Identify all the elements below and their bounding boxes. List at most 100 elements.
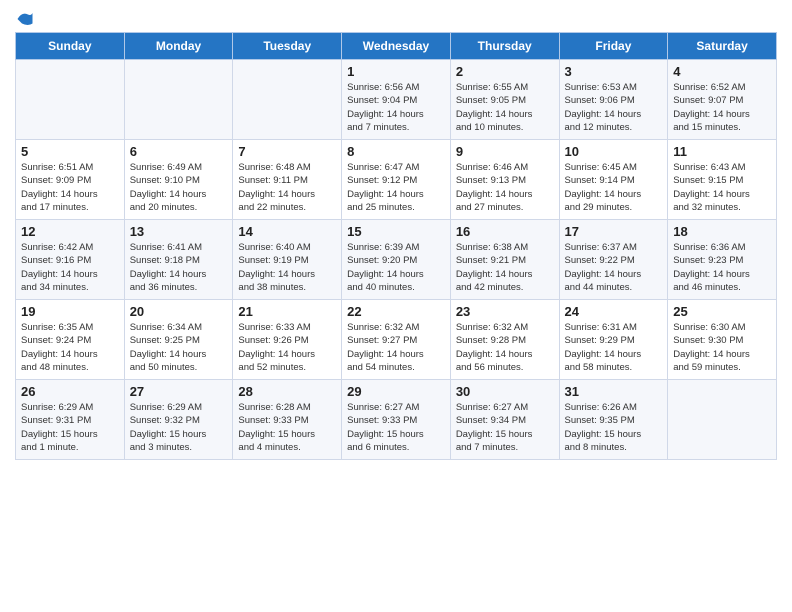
calendar-cell: 2 Sunrise: 6:55 AM Sunset: 9:05 PM Daylig… (450, 60, 559, 140)
day-number: 21 (238, 304, 336, 319)
day-info: Sunrise: 6:40 AM Sunset: 9:19 PM Dayligh… (238, 241, 336, 294)
day-number: 31 (565, 384, 663, 399)
day-number: 5 (21, 144, 119, 159)
day-number: 7 (238, 144, 336, 159)
day-header-thursday: Thursday (450, 33, 559, 60)
logo-icon (16, 10, 34, 28)
day-info: Sunrise: 6:56 AM Sunset: 9:04 PM Dayligh… (347, 81, 445, 134)
calendar-cell: 19Sunrise: 6:35 AM Sunset: 9:24 PM Dayli… (16, 300, 125, 380)
calendar-cell: 3 Sunrise: 6:53 AM Sunset: 9:06 PM Daylig… (559, 60, 668, 140)
day-number: 8 (347, 144, 445, 159)
day-info: Sunrise: 6:29 AM Sunset: 9:32 PM Dayligh… (130, 401, 228, 454)
calendar-cell: 24 Sunrise: 6:31 AM Sunset: 9:29 PM Dayli… (559, 300, 668, 380)
day-number: 15 (347, 224, 445, 239)
day-number: 14 (238, 224, 336, 239)
day-number: 17 (565, 224, 663, 239)
day-info: Sunrise: 6:36 AM Sunset: 9:23 PM Dayligh… (673, 241, 771, 294)
calendar-cell (16, 60, 125, 140)
day-info: Sunrise: 6:33 AM Sunset: 9:26 PM Dayligh… (238, 321, 336, 374)
calendar-cell (233, 60, 342, 140)
calendar-cell: 10 Sunrise: 6:45 AM Sunset: 9:14 PM Dayli… (559, 140, 668, 220)
day-header-tuesday: Tuesday (233, 33, 342, 60)
day-number: 11 (673, 144, 771, 159)
day-number: 16 (456, 224, 554, 239)
day-number: 2 (456, 64, 554, 79)
calendar-cell: 25Sunrise: 6:30 AM Sunset: 9:30 PM Dayli… (668, 300, 777, 380)
day-number: 13 (130, 224, 228, 239)
calendar-cell: 26 Sunrise: 6:29 AM Sunset: 9:31 PM Dayli… (16, 380, 125, 460)
day-number: 18 (673, 224, 771, 239)
day-info: Sunrise: 6:39 AM Sunset: 9:20 PM Dayligh… (347, 241, 445, 294)
calendar-cell: 9 Sunrise: 6:46 AM Sunset: 9:13 PM Daylig… (450, 140, 559, 220)
calendar-cell (668, 380, 777, 460)
day-info: Sunrise: 6:26 AM Sunset: 9:35 PM Dayligh… (565, 401, 663, 454)
calendar-cell: 4Sunrise: 6:52 AM Sunset: 9:07 PM Daylig… (668, 60, 777, 140)
calendar-cell: 23Sunrise: 6:32 AM Sunset: 9:28 PM Dayli… (450, 300, 559, 380)
day-number: 24 (565, 304, 663, 319)
calendar-cell: 20 Sunrise: 6:34 AM Sunset: 9:25 PM Dayli… (124, 300, 233, 380)
calendar-cell: 8 Sunrise: 6:47 AM Sunset: 9:12 PM Daylig… (342, 140, 451, 220)
day-number: 4 (673, 64, 771, 79)
day-info: Sunrise: 6:37 AM Sunset: 9:22 PM Dayligh… (565, 241, 663, 294)
day-info: Sunrise: 6:32 AM Sunset: 9:27 PM Dayligh… (347, 321, 445, 374)
calendar-cell: 18 Sunrise: 6:36 AM Sunset: 9:23 PM Dayli… (668, 220, 777, 300)
logo (15, 10, 34, 22)
day-info: Sunrise: 6:34 AM Sunset: 9:25 PM Dayligh… (130, 321, 228, 374)
day-header-friday: Friday (559, 33, 668, 60)
day-info: Sunrise: 6:27 AM Sunset: 9:34 PM Dayligh… (456, 401, 554, 454)
day-info: Sunrise: 6:55 AM Sunset: 9:05 PM Dayligh… (456, 81, 554, 134)
day-info: Sunrise: 6:47 AM Sunset: 9:12 PM Dayligh… (347, 161, 445, 214)
day-number: 6 (130, 144, 228, 159)
calendar-week-row: 1 Sunrise: 6:56 AM Sunset: 9:04 PM Daylig… (16, 60, 777, 140)
calendar-cell: 29Sunrise: 6:27 AM Sunset: 9:33 PM Dayli… (342, 380, 451, 460)
day-info: Sunrise: 6:43 AM Sunset: 9:15 PM Dayligh… (673, 161, 771, 214)
day-number: 19 (21, 304, 119, 319)
calendar-cell: 22 Sunrise: 6:32 AM Sunset: 9:27 PM Dayli… (342, 300, 451, 380)
day-number: 1 (347, 64, 445, 79)
day-number: 29 (347, 384, 445, 399)
calendar-cell: 15 Sunrise: 6:39 AM Sunset: 9:20 PM Dayli… (342, 220, 451, 300)
day-info: Sunrise: 6:42 AM Sunset: 9:16 PM Dayligh… (21, 241, 119, 294)
day-number: 9 (456, 144, 554, 159)
calendar-cell: 28 Sunrise: 6:28 AM Sunset: 9:33 PM Dayli… (233, 380, 342, 460)
day-number: 3 (565, 64, 663, 79)
page-header (15, 10, 777, 22)
day-info: Sunrise: 6:53 AM Sunset: 9:06 PM Dayligh… (565, 81, 663, 134)
calendar-cell: 30Sunrise: 6:27 AM Sunset: 9:34 PM Dayli… (450, 380, 559, 460)
day-number: 27 (130, 384, 228, 399)
day-info: Sunrise: 6:41 AM Sunset: 9:18 PM Dayligh… (130, 241, 228, 294)
day-header-saturday: Saturday (668, 33, 777, 60)
day-header-monday: Monday (124, 33, 233, 60)
calendar-cell: 16 Sunrise: 6:38 AM Sunset: 9:21 PM Dayli… (450, 220, 559, 300)
calendar-cell: 6Sunrise: 6:49 AM Sunset: 9:10 PM Daylig… (124, 140, 233, 220)
calendar-cell: 12 Sunrise: 6:42 AM Sunset: 9:16 PM Dayli… (16, 220, 125, 300)
calendar-cell: 31 Sunrise: 6:26 AM Sunset: 9:35 PM Dayli… (559, 380, 668, 460)
day-info: Sunrise: 6:38 AM Sunset: 9:21 PM Dayligh… (456, 241, 554, 294)
day-info: Sunrise: 6:45 AM Sunset: 9:14 PM Dayligh… (565, 161, 663, 214)
day-number: 20 (130, 304, 228, 319)
day-info: Sunrise: 6:29 AM Sunset: 9:31 PM Dayligh… (21, 401, 119, 454)
day-info: Sunrise: 6:46 AM Sunset: 9:13 PM Dayligh… (456, 161, 554, 214)
day-info: Sunrise: 6:28 AM Sunset: 9:33 PM Dayligh… (238, 401, 336, 454)
day-number: 10 (565, 144, 663, 159)
calendar-week-row: 5 Sunrise: 6:51 AM Sunset: 9:09 PM Daylig… (16, 140, 777, 220)
calendar-cell: 13 Sunrise: 6:41 AM Sunset: 9:18 PM Dayli… (124, 220, 233, 300)
calendar-header-row: SundayMondayTuesdayWednesdayThursdayFrid… (16, 33, 777, 60)
day-number: 22 (347, 304, 445, 319)
calendar-cell: 17 Sunrise: 6:37 AM Sunset: 9:22 PM Dayli… (559, 220, 668, 300)
day-header-sunday: Sunday (16, 33, 125, 60)
day-number: 28 (238, 384, 336, 399)
day-number: 23 (456, 304, 554, 319)
day-info: Sunrise: 6:51 AM Sunset: 9:09 PM Dayligh… (21, 161, 119, 214)
calendar-cell: 14 Sunrise: 6:40 AM Sunset: 9:19 PM Dayli… (233, 220, 342, 300)
day-number: 12 (21, 224, 119, 239)
calendar-cell: 1 Sunrise: 6:56 AM Sunset: 9:04 PM Daylig… (342, 60, 451, 140)
day-number: 26 (21, 384, 119, 399)
calendar-table: SundayMondayTuesdayWednesdayThursdayFrid… (15, 32, 777, 460)
calendar-cell (124, 60, 233, 140)
calendar-week-row: 26 Sunrise: 6:29 AM Sunset: 9:31 PM Dayli… (16, 380, 777, 460)
day-info: Sunrise: 6:30 AM Sunset: 9:30 PM Dayligh… (673, 321, 771, 374)
calendar-cell: 11 Sunrise: 6:43 AM Sunset: 9:15 PM Dayli… (668, 140, 777, 220)
day-info: Sunrise: 6:48 AM Sunset: 9:11 PM Dayligh… (238, 161, 336, 214)
day-info: Sunrise: 6:31 AM Sunset: 9:29 PM Dayligh… (565, 321, 663, 374)
